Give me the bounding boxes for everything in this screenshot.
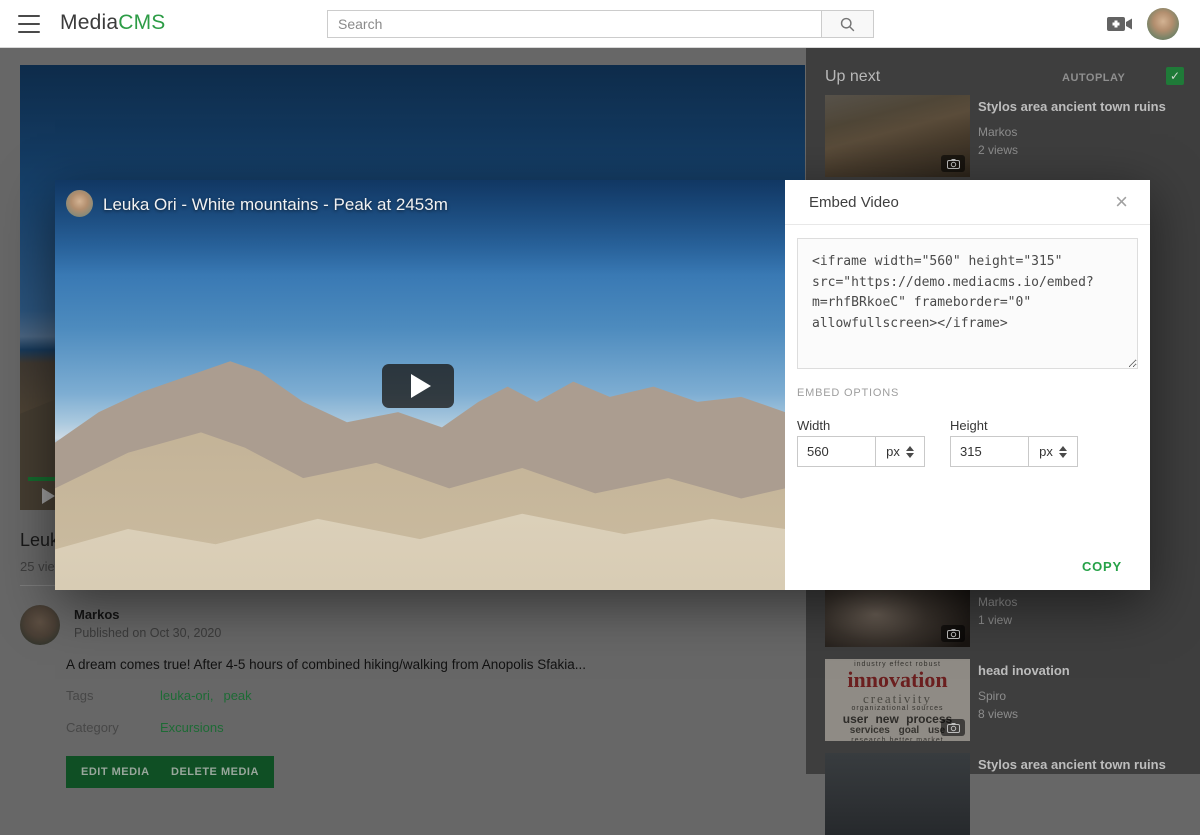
height-input[interactable] — [950, 436, 1029, 467]
search-button[interactable] — [821, 10, 874, 38]
item-author: Spiro — [978, 689, 1183, 703]
close-icon[interactable]: × — [1115, 190, 1128, 214]
publish-date: Published on Oct 30, 2020 — [74, 626, 221, 640]
camera-icon — [941, 155, 965, 172]
tag-link-peak[interactable]: peak — [223, 688, 251, 703]
tags-label: Tags — [66, 688, 93, 703]
width-unit-value: px — [886, 444, 900, 459]
top-navbar: MediaCMS — [0, 0, 1200, 48]
copy-button[interactable]: COPY — [1082, 559, 1122, 574]
video-thumbnail[interactable] — [825, 95, 970, 177]
item-title[interactable]: Stylos area ancient town ruins — [978, 757, 1183, 773]
cloud-word: innovation — [825, 669, 970, 691]
height-unit-select[interactable]: px — [1029, 436, 1078, 467]
tags-values: leuka-ori, peak — [160, 688, 262, 703]
edit-media-button[interactable]: EDIT MEDIA — [66, 756, 165, 788]
height-label: Height — [950, 418, 988, 433]
author-name[interactable]: Markos — [74, 607, 120, 622]
width-unit-select[interactable]: px — [876, 436, 925, 467]
player-play-icon[interactable] — [42, 488, 55, 504]
cloud-word: organizational sources — [825, 705, 970, 712]
embed-video-modal: Leuka Ori - White mountains - Peak at 24… — [55, 180, 1150, 590]
width-label: Width — [797, 418, 830, 433]
list-item[interactable]: Stylos area ancient town ruins Markos 2 … — [825, 95, 1185, 177]
category-label: Category — [66, 720, 119, 735]
logo-media: Media — [60, 11, 118, 34]
search-input[interactable] — [327, 10, 821, 38]
videocam-plus-icon — [1106, 14, 1134, 34]
item-views: 8 views — [978, 707, 1183, 721]
camera-icon — [941, 625, 965, 642]
height-unit-value: px — [1039, 444, 1053, 459]
play-icon — [411, 374, 431, 398]
autoplay-label: AUTOPLAY — [1062, 72, 1125, 84]
list-item[interactable]: industry effect robust innovation creati… — [825, 659, 1185, 741]
delete-media-button[interactable]: DELETE MEDIA — [156, 756, 274, 788]
preview-video-title: Leuka Ori - White mountains - Peak at 24… — [103, 195, 448, 215]
logo-cms: CMS — [118, 11, 165, 34]
video-thumbnail[interactable] — [825, 753, 970, 835]
modal-title: Embed Video — [809, 194, 899, 211]
autoplay-checkbox[interactable]: ✓ — [1166, 67, 1184, 85]
modal-header: Embed Video × — [785, 180, 1150, 225]
camera-icon — [941, 719, 965, 736]
embed-code-textarea[interactable]: <iframe width="560" height="315" src="ht… — [797, 238, 1138, 369]
tag-link-leuka-ori[interactable]: leuka-ori, — [160, 688, 213, 703]
width-input[interactable] — [797, 436, 876, 467]
menu-icon[interactable] — [18, 15, 40, 33]
list-item[interactable]: Stylos area ancient town ruins — [825, 753, 1185, 835]
item-title[interactable]: Stylos area ancient town ruins — [978, 99, 1183, 115]
embed-preview-player[interactable]: Leuka Ori - White mountains - Peak at 24… — [55, 180, 785, 590]
cloud-word: creativity — [825, 692, 970, 705]
video-thumbnail[interactable]: industry effect robust innovation creati… — [825, 659, 970, 741]
item-views: 1 view — [978, 613, 1183, 627]
item-author: Markos — [978, 125, 1183, 139]
author-avatar[interactable] — [20, 605, 60, 645]
preview-play-button[interactable] — [382, 364, 454, 408]
user-avatar[interactable] — [1147, 8, 1179, 40]
spinner-icon — [1059, 446, 1067, 458]
embed-options-panel: Embed Video × <iframe width="560" height… — [785, 180, 1150, 590]
item-author: Markos — [978, 595, 1183, 609]
video-description: A dream comes true! After 4-5 hours of c… — [66, 657, 586, 672]
category-link[interactable]: Excursions — [160, 720, 224, 735]
app-logo[interactable]: MediaCMS — [60, 11, 165, 35]
item-views: 2 views — [978, 143, 1183, 157]
item-title[interactable]: head inovation — [978, 663, 1183, 679]
cloud-word: research better market — [825, 737, 970, 741]
up-next-heading: Up next — [825, 68, 880, 86]
upload-media-button[interactable] — [1106, 14, 1134, 34]
search-icon — [839, 16, 856, 33]
spinner-icon — [906, 446, 914, 458]
embed-options-label: EMBED OPTIONS — [797, 387, 899, 399]
preview-author-avatar[interactable] — [66, 190, 93, 217]
